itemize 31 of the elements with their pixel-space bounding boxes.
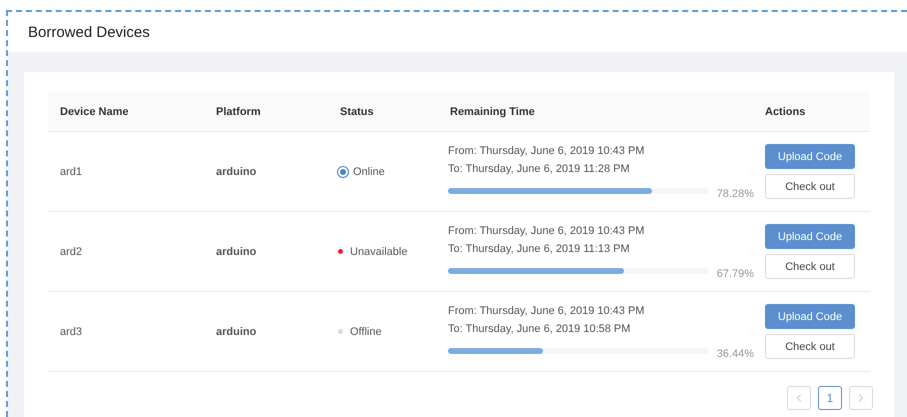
- progress-percent: 36.44%: [716, 348, 754, 360]
- platform-cell: arduino: [204, 132, 328, 212]
- column-header: Remaining Time: [438, 92, 753, 132]
- start-time: From: Thursday, June 6, 2019 10:43 PM: [448, 304, 646, 318]
- checkout-button[interactable]: Check out: [765, 254, 855, 279]
- upload-button[interactable]: Upload Code: [765, 224, 855, 249]
- device-name-cell: ard2: [48, 212, 204, 292]
- device-name-cell: ard1: [48, 132, 204, 212]
- checkout-button[interactable]: Check out: [765, 334, 855, 359]
- progress-percent: 78.28%: [716, 188, 754, 200]
- checkout-button[interactable]: Check out: [765, 174, 855, 199]
- column-header: Platform: [204, 92, 328, 132]
- column-header: Status: [328, 92, 438, 132]
- column-header: Device Name: [48, 92, 204, 132]
- page-button[interactable]: 1: [818, 386, 842, 410]
- upload-button[interactable]: Upload Code: [765, 304, 855, 329]
- device-name-cell: ard3: [48, 292, 204, 372]
- end-time: To: Thursday, June 6, 2019 10:58 PM: [448, 322, 632, 336]
- platform-cell: arduino: [204, 292, 328, 372]
- end-time: To: Thursday, June 6, 2019 11:13 PM: [448, 242, 631, 256]
- end-time: To: Thursday, June 6, 2019 11:28 PM: [448, 162, 631, 176]
- progress-percent: 67.79%: [716, 268, 754, 280]
- status-label: Unavailable: [350, 246, 408, 258]
- column-header: Actions: [753, 92, 870, 132]
- start-time: From: Thursday, June 6, 2019 10:43 PM: [448, 224, 646, 238]
- start-time: From: Thursday, June 6, 2019 10:43 PM: [448, 144, 646, 158]
- upload-button[interactable]: Upload Code: [765, 144, 855, 169]
- platform-cell: arduino: [204, 212, 328, 292]
- status-label: Offline: [350, 326, 382, 338]
- status-label: Online: [353, 166, 385, 178]
- page-title: Borrowed Devices: [28, 24, 150, 40]
